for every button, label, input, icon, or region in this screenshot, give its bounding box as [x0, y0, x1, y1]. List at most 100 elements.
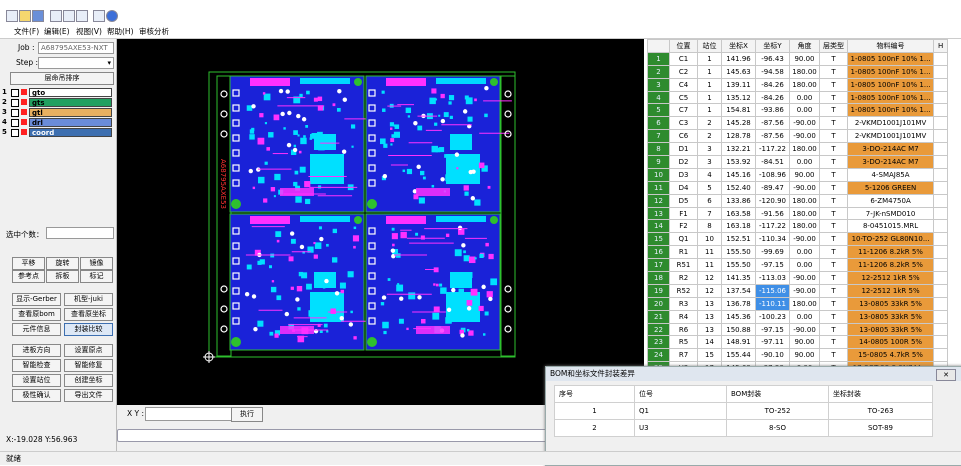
table-cell[interactable]: T [819, 245, 848, 260]
table-row[interactable]: 14 F2 8 163.18 -117.22 180.00 T 8-0451015.MRL [647, 219, 949, 234]
tool-button-7-0[interactable]: 设置站位 [12, 374, 61, 387]
table-cell[interactable]: 12-2512 1kR 5% [846, 271, 935, 285]
table-cell[interactable]: F1 [669, 206, 698, 221]
table-row[interactable]: 22 R6 13 150.88 -97.15 -90.00 T 13-0805 33kR 5% [647, 322, 949, 337]
table-cell[interactable]: -97.15 [755, 258, 790, 273]
table-row[interactable]: 23 R5 14 148.91 -97.11 90.00 T 14-0805 100R 5% [647, 335, 949, 350]
row-index[interactable]: 23 [647, 335, 670, 350]
table-row[interactable]: 15 Q1 10 152.51 -110.34 -90.00 T 10-TO-252 GL80… [647, 232, 949, 247]
table-cell[interactable]: T [819, 219, 848, 234]
row-index[interactable]: 10 [647, 167, 670, 182]
column-header[interactable]: 坐标X [721, 39, 756, 53]
table-cell[interactable]: 136.78 [721, 296, 756, 311]
table-cell[interactable]: 1-0805 100nF 10% 1... [846, 103, 935, 118]
table-row[interactable]: 3 C4 1 139.11 -84.26 180.00 T 1-0805 100nF 10% … [647, 77, 949, 92]
table-cell[interactable] [933, 129, 949, 144]
table-cell[interactable]: 133.86 [721, 193, 756, 208]
tool-button-0-0[interactable]: 平移 [12, 257, 45, 270]
row-index[interactable]: 12 [647, 193, 670, 208]
table-cell[interactable]: 6-ZM4750A [846, 193, 935, 208]
table-cell[interactable]: 1 [697, 51, 722, 66]
layer-sort-button[interactable]: 层命吊排序 [10, 72, 114, 85]
table-cell[interactable]: -90.00 [789, 232, 820, 247]
table-cell[interactable]: T [819, 309, 848, 324]
table-cell[interactable]: 12 [697, 271, 722, 285]
row-index[interactable]: 5 [647, 103, 670, 118]
table-row[interactable]: 24 R7 15 155.44 -90.10 90.00 T 15-0805 4.7kR 5% [647, 348, 949, 363]
table-cell[interactable]: -117.22 [755, 142, 790, 157]
layer-visibility-checkbox[interactable] [11, 89, 19, 97]
table-cell[interactable]: 3-DO-214AC M7 [846, 155, 935, 169]
table-cell[interactable]: -97.11 [755, 335, 790, 350]
tool-button-5-0[interactable]: 进板方向 [12, 344, 61, 357]
table-cell[interactable]: 15 [697, 348, 722, 363]
table-row[interactable]: 11 D4 5 152.40 -89.47 -90.00 T 5-1206 GREEN [647, 180, 949, 195]
table-cell[interactable] [933, 142, 949, 157]
copy-icon[interactable] [63, 10, 75, 22]
table-cell[interactable]: -93.86 [755, 103, 790, 118]
tool-button-3-1[interactable]: 查看原坐标 [64, 308, 113, 321]
table-cell[interactable]: 155.50 [721, 245, 756, 260]
table-cell[interactable]: T [819, 335, 848, 350]
table-cell[interactable]: -100.23 [755, 309, 790, 324]
table-cell[interactable]: D4 [669, 180, 698, 195]
tool-button-2-0[interactable]: 显示-Gerber [12, 293, 61, 306]
table-cell[interactable]: 13-0805 33kR 5% [846, 309, 935, 324]
dialog-column-header[interactable]: 坐标封装 [828, 385, 933, 403]
row-index[interactable]: 15 [647, 232, 670, 247]
table-cell[interactable] [933, 103, 949, 118]
table-cell[interactable]: -84.26 [755, 77, 790, 92]
table-row[interactable]: 9 D2 3 153.92 -84.51 0.00 T 3-DO-214AC M7 [647, 155, 949, 169]
layer-color-swatch[interactable] [21, 89, 27, 95]
table-cell[interactable] [933, 77, 949, 92]
table-cell[interactable] [933, 309, 949, 324]
table-cell[interactable]: -90.00 [789, 271, 820, 285]
table-cell[interactable] [933, 51, 949, 66]
table-cell[interactable]: D2 [669, 155, 698, 169]
help-icon[interactable] [106, 10, 118, 22]
table-cell[interactable]: 7 [697, 206, 722, 221]
dialog-cell[interactable]: Q1 [634, 402, 727, 420]
row-index[interactable]: 19 [647, 283, 670, 298]
tool-button-1-2[interactable]: 标记 [80, 270, 113, 283]
table-cell[interactable]: 1 [697, 90, 722, 105]
table-cell[interactable]: Q1 [669, 232, 698, 247]
table-cell[interactable] [933, 219, 949, 234]
row-index[interactable]: 16 [647, 245, 670, 260]
table-row[interactable]: 5 C7 1 154.81 -93.86 0.00 T 1-0805 100nF 10% 1.… [647, 103, 949, 118]
table-cell[interactable]: -108.96 [755, 167, 790, 182]
table-cell[interactable]: C4 [669, 77, 698, 92]
table-cell[interactable]: T [819, 193, 848, 208]
table-cell[interactable]: 2-VKMD1001J101MV [846, 129, 935, 144]
layer-visibility-checkbox[interactable] [11, 119, 19, 127]
column-header[interactable]: 位置 [669, 39, 698, 53]
table-cell[interactable]: 180.00 [789, 206, 820, 221]
table-cell[interactable]: 1 [697, 77, 722, 92]
table-cell[interactable] [933, 232, 949, 247]
table-cell[interactable]: 3 [697, 142, 722, 157]
table-cell[interactable]: 1 [697, 64, 722, 79]
table-cell[interactable]: -110.34 [755, 232, 790, 247]
row-index[interactable]: 9 [647, 155, 670, 169]
table-cell[interactable]: -90.00 [789, 129, 820, 144]
table-cell[interactable]: T [819, 64, 848, 79]
step-select[interactable]: ▾ [38, 57, 114, 69]
print-icon[interactable] [93, 10, 105, 22]
table-cell[interactable]: C1 [669, 51, 698, 66]
table-row[interactable]: 13 F1 7 163.58 -91.56 180.00 T 7-JK-nSMD010 [647, 206, 949, 221]
table-row[interactable]: 2 C2 1 145.63 -94.58 180.00 T 1-0805 100nF 10% … [647, 64, 949, 79]
dialog-cell[interactable]: 8-SO [726, 419, 829, 437]
table-cell[interactable]: D5 [669, 193, 698, 208]
new-file-icon[interactable] [6, 10, 18, 22]
row-index[interactable]: 6 [647, 116, 670, 131]
row-index[interactable]: 20 [647, 296, 670, 311]
dialog-row[interactable]: 1 Q1 TO-252 TO-263 [554, 402, 933, 420]
dialog-column-header[interactable]: BOM封装 [726, 385, 829, 403]
table-row[interactable]: 20 R3 13 136.78 -110.11 180.00 T 13-0805 33kR 5… [647, 296, 949, 311]
table-cell[interactable]: T [819, 348, 848, 363]
table-cell[interactable]: 13 [697, 296, 722, 311]
table-cell[interactable]: 148.91 [721, 335, 756, 350]
menu-file[interactable]: 文件(F) [14, 26, 39, 37]
table-cell[interactable]: 2 [697, 129, 722, 144]
table-cell[interactable]: -115.06 [755, 283, 790, 298]
